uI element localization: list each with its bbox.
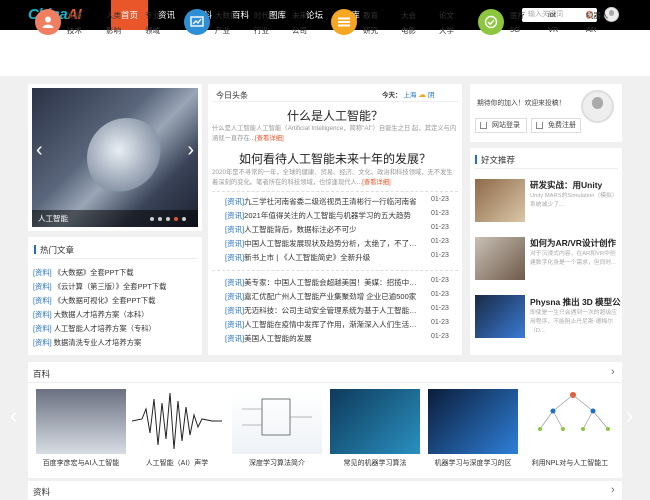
category-link[interactable]: 电影 [401,25,416,36]
recommend-title: 好文推荐 [474,155,516,165]
category-link[interactable]: VR [548,25,558,34]
chart-icon [184,9,210,35]
baike-image[interactable] [232,389,322,454]
carousel-prev-icon[interactable]: ‹ [10,405,17,427]
category-link[interactable]: 教育 [363,10,378,21]
recommend-item-title[interactable]: 研发实战：用Unity [530,179,602,191]
recommend-item-desc: 即使是一生只会遇到一次的超级应用程序，不能阻止丹尼斯·德梅尔（D... [530,310,617,334]
hot-article-item[interactable]: [资料] 《大数据可视化》全套PPT下载 [33,296,155,306]
chevron-right-icon[interactable]: › [611,484,615,496]
tree-icon [538,392,610,431]
read-more-link[interactable]: [查看详细] [362,179,391,186]
read-more-link[interactable]: [查看详细] [255,135,284,142]
category-link[interactable]: AR [586,25,596,34]
baike-image[interactable] [428,389,518,454]
baike-caption[interactable]: 深度学习算法简介 [227,458,327,468]
hot-article-item[interactable]: [资料] 人工智能人才培养方案（专科） [33,324,156,334]
register-button[interactable]: 免费注册 [531,118,581,133]
slider-dot[interactable] [166,217,170,221]
weather-widget: 今天： 上海 ☁ 阴 [382,90,435,99]
recommend-item-title[interactable]: Physna 推出 3D 模型公 [530,296,621,308]
category-link[interactable]: 产业 [215,25,230,36]
cloud-icon: ☁ [418,90,427,99]
slider-dot[interactable] [158,217,162,221]
headlines-title: 今日头条 [216,91,248,100]
baike-caption[interactable]: 机器学习与深度学习的区 [423,458,523,468]
user-icon [35,9,61,35]
recommend-image[interactable] [475,237,525,280]
hot-article-item[interactable]: [资料] 数据清洗专业人才培养方案 [33,338,141,348]
recommend-image[interactable] [475,179,525,222]
baike-caption[interactable]: 常见的机器学习算法 [325,458,425,468]
baike-image[interactable] [131,389,222,454]
category-link[interactable]: 人类 [106,10,121,21]
divider [28,382,622,383]
recommend-item-desc: 对于沉浸式内容，在AR和VR中创建数字化身是一个需求，但同时... [530,251,616,266]
featured-slider[interactable]: ‹ › 人工智能 [32,88,198,227]
hot-article-item[interactable]: [资料] 《云计算（第三版）》全套PPT下载 [33,282,166,292]
headline-1[interactable]: 什么是人工智能？ [212,107,458,124]
divider [212,191,458,192]
headline-2[interactable]: 如何看待人工智能未来十年的发展？ [212,150,458,167]
robot-hand-image [87,118,167,198]
divider [474,168,618,169]
category-link[interactable]: 大学 [439,25,454,36]
login-button[interactable]: 网站登录 [475,118,527,133]
category-link[interactable]: 机器人 [586,10,609,21]
headline-1-summary: 什么是人工智能人工智能（Artificial Intelligence，简称"A… [212,125,457,142]
category-link[interactable]: 大数据 [215,10,238,21]
category-link[interactable]: 行业 [254,25,269,36]
category-link[interactable]: 研究 [363,25,378,36]
list-icon [331,9,357,35]
slider-prev-icon[interactable]: ‹ [36,140,43,160]
category-link[interactable]: iot [548,10,556,19]
category-link[interactable]: 领域 [145,25,160,36]
baike-image[interactable] [528,389,618,454]
category-link[interactable]: 时代 [254,10,269,21]
waveform-icon [131,392,222,450]
category-link[interactable]: 未来 [292,10,307,21]
slider-next-icon[interactable]: › [187,140,194,160]
headline-2-summary: 2020年是不寻常的一年，全球的健康、贸易、经济、文化、政治和科技领域，无不发生… [212,169,453,186]
welcome-text: 期待你的加入！欢迎来投稿！ [477,100,566,107]
ziliao-title: 资料 [33,487,51,497]
chevron-right-icon[interactable]: › [611,366,615,378]
carousel-next-icon[interactable]: › [626,405,633,427]
check-icon [478,9,504,35]
category-bar [0,30,650,76]
category-link[interactable]: 发展 [67,10,82,21]
hot-article-item[interactable]: [资料] 大数据人才培养方案（本科） [33,310,149,320]
divider [212,101,458,102]
baike-image[interactable] [36,389,126,454]
slider-dot[interactable] [150,217,154,221]
category-link[interactable]: 影响 [106,25,121,36]
baike-caption[interactable]: 利用NPL对与人工智能工 [520,458,620,468]
ziliao-section [28,481,622,500]
category-link[interactable]: 专业 [145,10,160,21]
category-link[interactable]: 技术 [67,25,82,36]
recommend-item-desc: Unity MARS的Simulation（模拟）系统减少了... [530,193,618,208]
divider [32,258,198,259]
diagram-icon [242,398,312,436]
home-icon [536,122,543,129]
recommend-image[interactable] [475,295,525,338]
recommend-item-title[interactable]: 如何为AR/VR设计创作 [530,237,616,249]
category-link[interactable]: 5G [510,25,520,34]
home-icon [480,122,487,129]
search-placeholder: 输入关键词 [528,11,563,18]
divider [212,270,458,271]
slider-dot-active[interactable] [174,217,178,221]
avatar[interactable] [581,90,614,123]
slider-dot[interactable] [182,217,186,221]
category-link[interactable]: 论文 [439,10,454,21]
baike-title: 百科 [33,369,51,379]
baike-caption[interactable]: 人工智能（AI）声学 [127,458,227,468]
hot-article-item[interactable]: [资料] 《大数据》全套PPT下载 [33,268,134,278]
baike-image[interactable] [330,389,420,454]
hot-articles-title: 热门文章 [33,245,75,255]
baike-caption[interactable]: 百度李彦宏与AI人工智能 [31,458,131,468]
category-link[interactable]: 公司 [292,25,307,36]
category-link[interactable]: 大会 [401,10,416,21]
category-link[interactable]: 医疗 [510,10,525,21]
